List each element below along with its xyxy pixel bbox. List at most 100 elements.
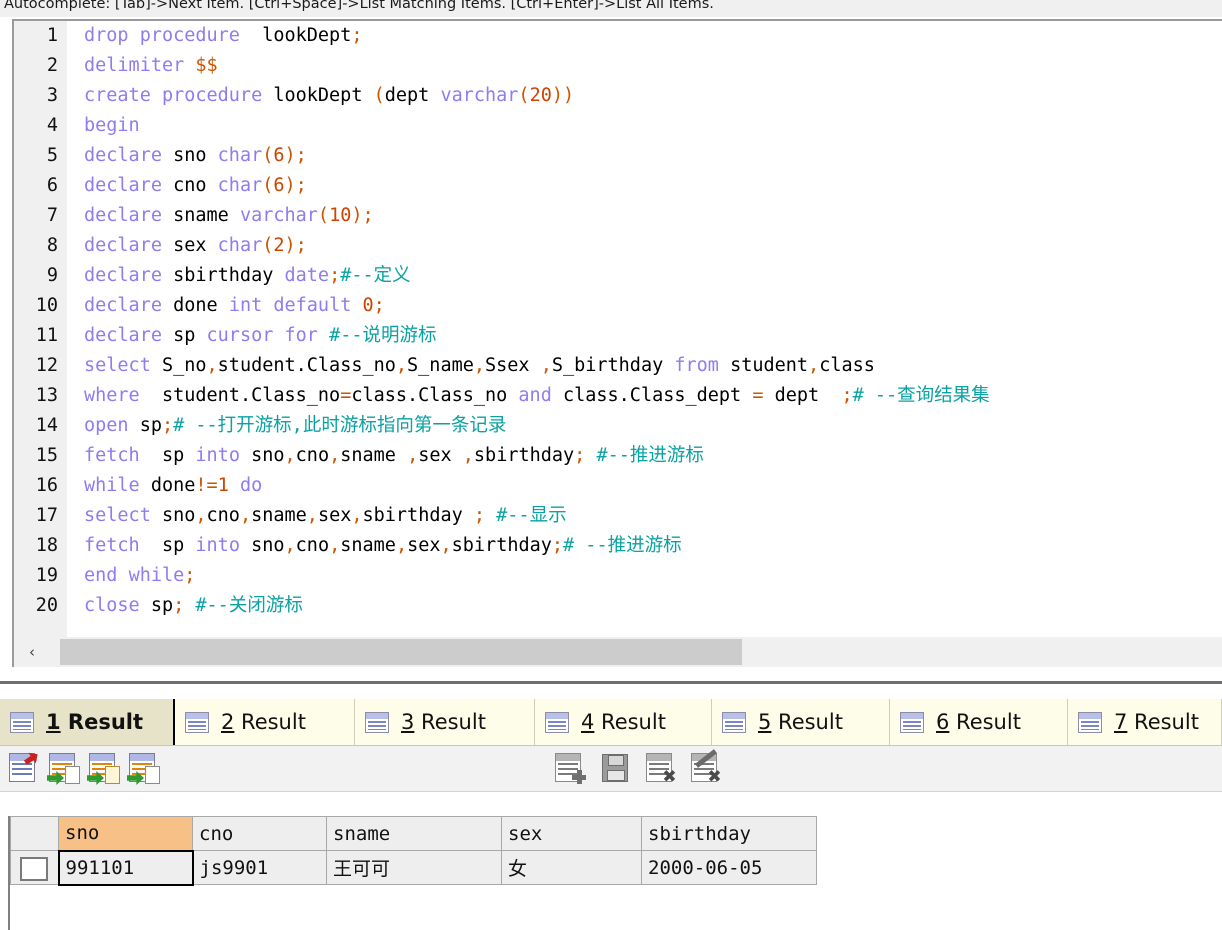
result-tab-text: Result	[949, 710, 1021, 734]
export-result-icon[interactable]	[126, 752, 160, 785]
line-number: 4	[46, 115, 58, 136]
cell-cno[interactable]: js9901	[192, 850, 327, 885]
code-line[interactable]: 12 select S_no,student.Class_no,S_name,Ss…	[14, 351, 1222, 381]
scroll-left-icon[interactable]: ‹	[18, 637, 46, 667]
code-line[interactable]: 8 declare sex char(2);	[14, 231, 1222, 261]
result-tab-4[interactable]: 4 Result	[535, 699, 712, 745]
sqlyog-window: Autocomplete: [Tab]->Next Item. [Ctrl+Sp…	[0, 0, 1222, 930]
code-line[interactable]: 5 declare sno char(6);	[14, 141, 1222, 171]
pane-splitter[interactable]	[0, 667, 1222, 697]
line-text: declare done int default 0;	[84, 295, 385, 316]
result-tab-text: Result	[594, 710, 666, 734]
line-text: fetch sp into sno,cno,sname ,sex ,sbirth…	[84, 445, 704, 466]
cell-sname[interactable]: 王可可	[326, 850, 502, 885]
line-number: 2	[46, 55, 58, 76]
code-line[interactable]: 7 declare sname varchar(10);	[14, 201, 1222, 231]
autocomplete-hint-bar: Autocomplete: [Tab]->Next Item. [Ctrl+Sp…	[0, 0, 1222, 17]
line-number: 1	[46, 25, 58, 46]
result-tab-text: Result	[771, 710, 843, 734]
result-toolbar[interactable]: Read-only result ✖ ✖	[0, 746, 1222, 792]
code-line[interactable]: 18 fetch sp into sno,cno,sname,sex,sbirth…	[14, 531, 1222, 561]
result-tab-text: Result	[414, 710, 486, 734]
result-tab-label: 5 Result	[758, 710, 843, 734]
line-number: 10	[35, 295, 58, 316]
cell-sex[interactable]: 女	[501, 850, 642, 885]
result-tab-bar[interactable]: 1 Result 2 Result 3 Result 4 Result 5 Result…	[0, 699, 1222, 746]
code-line[interactable]: 11 declare sp cursor for #--说明游标	[14, 321, 1222, 351]
line-text: declare sname varchar(10);	[84, 205, 374, 226]
code-line[interactable]: 6 declare cno char(6);	[14, 171, 1222, 201]
code-line[interactable]: 9 declare sbirthday date;#--定义	[14, 261, 1222, 291]
line-number: 15	[35, 445, 58, 466]
result-tab-mnemonic: 3	[401, 710, 415, 734]
result-tab-3[interactable]: 3 Result	[355, 699, 535, 745]
autocomplete-hint-text: Autocomplete: [Tab]->Next Item. [Ctrl+Sp…	[4, 0, 714, 12]
export-wizard-icon[interactable]	[86, 752, 120, 785]
code-line[interactable]: 17 select sno,cno,sname,sex,sbirthday ; #…	[14, 501, 1222, 531]
editor-horizontal-scrollbar[interactable]: ‹	[12, 637, 1222, 667]
add-record-icon[interactable]	[552, 752, 586, 785]
line-number: 14	[35, 415, 58, 436]
code-line[interactable]: 13 where student.Class_no=class.Class_no …	[14, 381, 1222, 411]
code-line[interactable]: 3 create procedure lookDept (dept varchar…	[14, 81, 1222, 111]
line-text: end while;	[84, 565, 196, 586]
grid-corner-cell[interactable]	[10, 816, 59, 851]
line-number: 6	[46, 175, 58, 196]
result-tab-text: Result	[1127, 710, 1199, 734]
column-header-sname[interactable]: sname	[326, 816, 502, 851]
line-number: 8	[46, 235, 58, 256]
line-text: fetch sp into sno,cno,sname,sex,sbirthda…	[84, 535, 682, 556]
line-number: 20	[35, 595, 58, 616]
line-number: 11	[35, 325, 58, 346]
line-text: declare sex char(2);	[84, 235, 307, 256]
result-tab-1[interactable]: 1 Result	[0, 699, 175, 745]
grid-empty-area	[10, 887, 1222, 930]
code-line[interactable]: 1 drop procedure lookDept;	[14, 21, 1222, 51]
row-selector-cell[interactable]	[10, 850, 59, 885]
result-tab-mnemonic: 4	[581, 710, 595, 734]
cell-sbirthday[interactable]: 2000-06-05	[641, 850, 817, 885]
splitter-line	[0, 681, 1222, 684]
grid-table-icon	[1078, 711, 1102, 733]
result-grid[interactable]: sno cno sname sex sbirthday 991101 js9901 王可可女 2…	[8, 816, 1222, 930]
column-header-sno[interactable]: sno	[58, 816, 193, 851]
table-row[interactable]: 991101 js9901 王可可女 2000-06-05	[10, 849, 817, 886]
result-tab-7[interactable]: 7 Result	[1068, 699, 1222, 745]
line-number: 7	[46, 205, 58, 226]
code-line[interactable]: 20 close sp; #--关闭游标	[14, 591, 1222, 621]
result-tab-5[interactable]: 5 Result	[712, 699, 890, 745]
line-text: delimiter $$	[84, 55, 218, 76]
line-text: declare sno char(6);	[84, 145, 307, 166]
sql-editor[interactable]: 1 drop procedure lookDept; 2 delimiter $$ 3 c…	[12, 19, 1222, 637]
import-wizard-icon[interactable]	[46, 752, 80, 785]
code-line[interactable]: 14 open sp;# --打开游标,此时游标指向第一条记录	[14, 411, 1222, 441]
line-number: 9	[46, 265, 58, 286]
result-tab-6[interactable]: 6 Result	[890, 699, 1068, 745]
column-header-sbirthday[interactable]: sbirthday	[641, 816, 817, 851]
row-selector-box[interactable]	[20, 857, 49, 881]
line-text: close sp; #--关闭游标	[84, 595, 303, 616]
delete-record-icon[interactable]: ✖	[643, 752, 677, 786]
edit-record-icon[interactable]: ✖	[688, 749, 722, 786]
code-line[interactable]: 19 end while;	[14, 561, 1222, 591]
code-line[interactable]: 16 while done!=1 do	[14, 471, 1222, 501]
line-number: 19	[35, 565, 58, 586]
refresh-result-icon[interactable]	[6, 752, 40, 785]
code-line[interactable]: 10 declare done int default 0;	[14, 291, 1222, 321]
grid-table-icon	[365, 711, 389, 733]
result-tab-2[interactable]: 2 Result	[175, 699, 355, 745]
code-line[interactable]: 4 begin	[14, 111, 1222, 141]
result-tab-mnemonic: 6	[936, 710, 950, 734]
code-line[interactable]: 2 delimiter $$	[14, 51, 1222, 81]
cell-sno[interactable]: 991101	[57, 849, 194, 886]
result-table[interactable]: sno cno sname sex sbirthday 991101 js9901 王可可女 2…	[10, 816, 817, 886]
save-record-icon[interactable]	[598, 752, 632, 785]
line-number: 5	[46, 145, 58, 166]
code-area[interactable]: 1 drop procedure lookDept; 2 delimiter $$ 3 c…	[14, 21, 1222, 637]
code-line[interactable]: 15 fetch sp into sno,cno,sname ,sex ,sbir…	[14, 441, 1222, 471]
scrollbar-thumb[interactable]	[60, 639, 742, 665]
line-text: open sp;# --打开游标,此时游标指向第一条记录	[84, 415, 507, 436]
column-header-sex[interactable]: sex	[501, 816, 642, 851]
column-header-cno[interactable]: cno	[192, 816, 327, 851]
table-header-row: sno cno sname sex sbirthday	[10, 816, 817, 851]
